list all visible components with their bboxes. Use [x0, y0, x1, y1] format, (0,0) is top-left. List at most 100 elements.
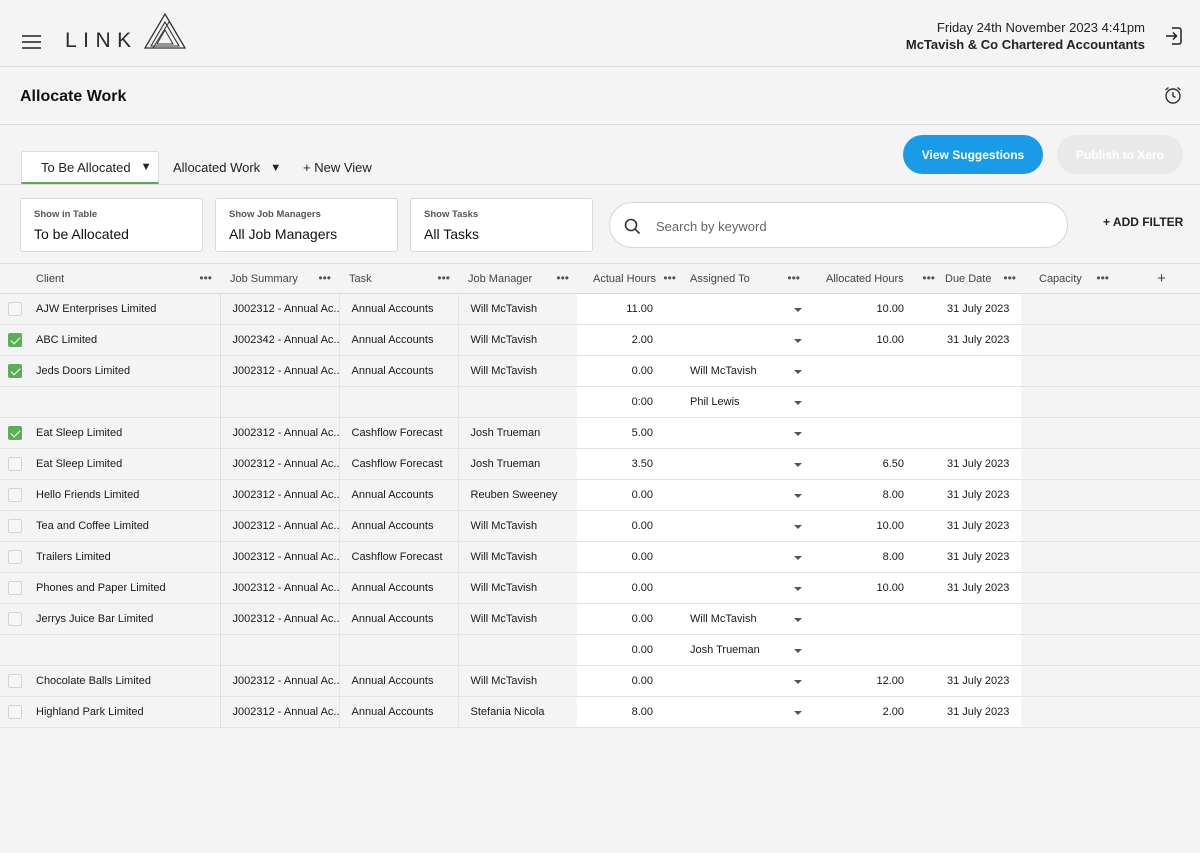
caret-down-icon[interactable] — [794, 370, 802, 374]
table-row[interactable]: AJW Enterprises Limited J002312 - Annual … — [0, 293, 1200, 325]
view-suggestions-button[interactable]: View Suggestions — [903, 135, 1043, 174]
add-filter-button[interactable]: + ADD FILTER — [1103, 215, 1183, 229]
row-checkbox[interactable] — [8, 674, 22, 688]
allocated-hours-input[interactable] — [808, 603, 939, 635]
filter-show-in-table[interactable]: Show in Table To be Allocated — [20, 198, 203, 252]
filter-show-tasks[interactable]: Show Tasks All Tasks — [410, 198, 593, 252]
row-checkbox[interactable] — [8, 550, 22, 564]
allocated-hours-input[interactable]: 10.00 — [808, 293, 939, 325]
assigned-to-select[interactable] — [680, 510, 808, 542]
column-header-capacity[interactable]: Capacity ••• — [1021, 263, 1123, 294]
table-row[interactable]: Eat Sleep Limited J002312 - Annual Ac.. Ca… — [0, 417, 1200, 449]
table-subrow[interactable]: 0.00 Josh Trueman — [0, 634, 1200, 666]
row-checkbox[interactable] — [8, 364, 22, 378]
column-header-assigned-to[interactable]: Assigned To ••• — [680, 263, 808, 294]
allocated-hours-input[interactable] — [808, 417, 939, 449]
allocated-hours-input[interactable]: 2.00 — [808, 696, 939, 728]
assigned-to-select[interactable]: Will McTavish — [680, 603, 808, 635]
caret-down-icon[interactable] — [794, 556, 802, 560]
column-header-job-manager[interactable]: Job Manager ••• — [458, 263, 577, 294]
caret-down-icon[interactable] — [794, 618, 802, 622]
caret-down-icon[interactable] — [794, 463, 802, 467]
assigned-to-select[interactable] — [680, 417, 808, 449]
column-menu-icon[interactable]: ••• — [922, 271, 935, 285]
column-header-task[interactable]: Task ••• — [339, 263, 458, 294]
column-menu-icon[interactable]: ••• — [663, 271, 676, 285]
column-menu-icon[interactable]: ••• — [318, 271, 331, 285]
allocated-hours-input[interactable]: 10.00 — [808, 324, 939, 356]
tab-new-view[interactable]: + New View — [303, 151, 372, 184]
column-menu-icon[interactable]: ••• — [1003, 271, 1016, 285]
column-header-job-summary[interactable]: Job Summary ••• — [220, 263, 339, 294]
tab-allocated-work[interactable]: Allocated Work ▼ — [173, 151, 281, 184]
publish-to-xero-button[interactable]: Publish to Xero — [1057, 135, 1183, 174]
assigned-to-select[interactable] — [680, 479, 808, 511]
table-subrow[interactable]: 0:00 Phil Lewis — [0, 386, 1200, 418]
row-checkbox[interactable] — [8, 302, 22, 316]
row-checkbox[interactable] — [8, 612, 22, 626]
table-row[interactable]: Hello Friends Limited J002312 - Annual Ac… — [0, 479, 1200, 511]
table-row[interactable]: Eat Sleep Limited J002312 - Annual Ac.. Ca… — [0, 448, 1200, 480]
row-checkbox[interactable] — [8, 581, 22, 595]
caret-down-icon[interactable] — [794, 649, 802, 653]
allocated-hours-input[interactable]: 8.00 — [808, 479, 939, 511]
caret-down-icon[interactable] — [794, 308, 802, 312]
table-row[interactable]: Jeds Doors Limited J002312 - Annual Ac.. A… — [0, 355, 1200, 387]
job-summary-cell[interactable]: J002312 - Annual Ac.. — [220, 355, 340, 387]
row-checkbox[interactable] — [8, 519, 22, 533]
table-row[interactable]: Chocolate Balls Limited J002312 - Annual … — [0, 665, 1200, 697]
allocated-hours-input[interactable] — [808, 634, 939, 666]
caret-down-icon[interactable] — [794, 432, 802, 436]
job-summary-cell[interactable]: J002312 - Annual Ac.. — [220, 603, 340, 635]
table-row[interactable]: Jerrys Juice Bar Limited J002312 - Annual… — [0, 603, 1200, 635]
hamburger-icon[interactable] — [22, 35, 41, 49]
job-summary-cell[interactable]: J002342 - Annual Ac.. — [220, 324, 340, 356]
job-summary-cell[interactable]: J002312 - Annual Ac.. — [220, 665, 340, 697]
job-summary-cell[interactable]: J002312 - Annual Ac.. — [220, 696, 340, 728]
table-row[interactable]: Phones and Paper Limited J002312 - Annual… — [0, 572, 1200, 604]
allocated-hours-input[interactable]: 10.00 — [808, 572, 939, 604]
assigned-to-select[interactable] — [680, 696, 808, 728]
caret-down-icon[interactable] — [794, 494, 802, 498]
row-checkbox[interactable] — [8, 426, 22, 440]
job-summary-cell[interactable]: J002312 - Annual Ac.. — [220, 448, 340, 480]
assigned-to-select[interactable] — [680, 541, 808, 573]
job-summary-cell[interactable]: J002312 - Annual Ac.. — [220, 293, 340, 325]
assigned-to-select[interactable] — [680, 293, 808, 325]
row-checkbox[interactable] — [8, 457, 22, 471]
assigned-to-select[interactable] — [680, 448, 808, 480]
column-menu-icon[interactable]: ••• — [437, 271, 450, 285]
table-row[interactable]: Highland Park Limited J002312 - Annual Ac… — [0, 696, 1200, 728]
column-menu-icon[interactable]: ••• — [787, 271, 800, 285]
column-menu-icon[interactable]: ••• — [1096, 271, 1109, 285]
filter-show-job-managers[interactable]: Show Job Managers All Job Managers — [215, 198, 398, 252]
tab-to-be-allocated[interactable]: To Be Allocated ▼ — [21, 151, 159, 184]
job-summary-cell[interactable]: J002312 - Annual Ac.. — [220, 572, 340, 604]
allocated-hours-input[interactable] — [808, 386, 939, 418]
assigned-to-select[interactable] — [680, 665, 808, 697]
allocated-hours-input[interactable] — [808, 355, 939, 387]
caret-down-icon[interactable] — [794, 587, 802, 591]
assigned-to-select[interactable] — [680, 572, 808, 604]
caret-down-icon[interactable] — [794, 401, 802, 405]
assigned-to-select[interactable] — [680, 324, 808, 356]
assigned-to-select[interactable]: Josh Trueman — [680, 634, 808, 666]
row-checkbox[interactable] — [8, 705, 22, 719]
column-header-due-date[interactable]: Due Date ••• — [939, 263, 1021, 294]
alarm-clock-icon[interactable] — [1163, 85, 1183, 105]
caret-down-icon[interactable] — [794, 680, 802, 684]
caret-down-icon[interactable] — [794, 711, 802, 715]
row-checkbox[interactable] — [8, 333, 22, 347]
logout-icon[interactable] — [1164, 26, 1184, 46]
assigned-to-select[interactable]: Will McTavish — [680, 355, 808, 387]
table-row[interactable]: Tea and Coffee Limited J002312 - Annual A… — [0, 510, 1200, 542]
allocated-hours-input[interactable]: 12.00 — [808, 665, 939, 697]
job-summary-cell[interactable]: J002312 - Annual Ac.. — [220, 479, 340, 511]
job-summary-cell[interactable]: J002312 - Annual Ac.. — [220, 510, 340, 542]
allocated-hours-input[interactable]: 8.00 — [808, 541, 939, 573]
job-summary-cell[interactable]: J002312 - Annual Ac.. — [220, 417, 340, 449]
caret-down-icon[interactable] — [794, 339, 802, 343]
add-column-button[interactable]: + — [1123, 263, 1200, 294]
column-header-actual-hours[interactable]: Actual Hours ••• — [577, 263, 680, 294]
row-checkbox[interactable] — [8, 488, 22, 502]
